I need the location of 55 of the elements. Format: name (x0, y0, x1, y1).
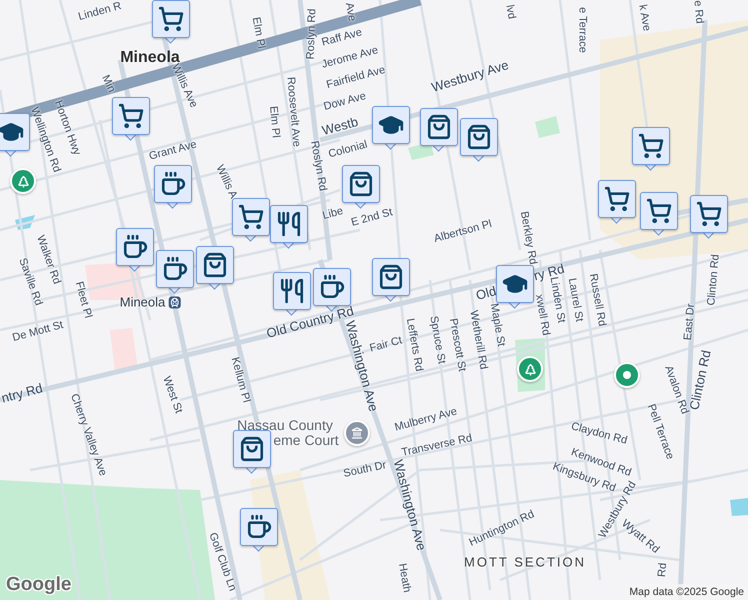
street-label: Libe (322, 206, 344, 222)
street-label: Min (99, 74, 117, 94)
landmark-label: Nassau County (237, 418, 333, 432)
street-label: ntry Rd (0, 381, 44, 405)
street-label: Golf Club Ln (206, 531, 238, 593)
street-label: Fair Ct (368, 335, 404, 355)
street-label: Clinton Rd (706, 254, 722, 306)
street-label: Wetherill Rd (467, 310, 489, 370)
street-label: Transverse Rd (400, 433, 474, 459)
street-label: Laurel St (566, 277, 584, 323)
street-label: Prescott St (446, 318, 468, 372)
street-label: Albertson Pl (432, 219, 494, 245)
street-label: lvd (503, 4, 517, 20)
street-label: Lefferts Rd (404, 318, 424, 372)
street-label: Old (474, 284, 498, 302)
map-logo: Google (6, 574, 72, 596)
street-label: Horton Hwy (52, 99, 82, 157)
street-label: Claydon Rd (570, 421, 628, 447)
street-label: Elm Pl (267, 106, 281, 138)
street-label: Roslyn Rd (308, 140, 328, 192)
street-label: k Ave (636, 4, 652, 32)
street-label: E 2nd St (350, 207, 394, 229)
street-label: Colonial (327, 140, 369, 160)
street-label: Russell Rd (586, 272, 608, 328)
street-label: Willis A (214, 164, 238, 200)
street-label: Westbury Ave (430, 58, 510, 94)
street-label: Berkley Rd (518, 210, 538, 266)
street-label: Kellum Pl (228, 356, 252, 404)
street-label: Westb (320, 114, 360, 138)
street-label: Heath (396, 562, 412, 594)
street-label: Clinton Rd (687, 348, 713, 412)
street-label: Roosevelt Ave (284, 76, 302, 148)
street-label: South Dr (342, 460, 388, 480)
place-label: MOTT SECTION (464, 556, 586, 568)
street-label: e Terrace (576, 7, 588, 53)
street-label: Cherry Valley Ave (68, 392, 108, 478)
street-label: e Rd (692, 0, 704, 24)
street-label: Fleet Pl (72, 280, 94, 320)
street-label: Linden R (77, 0, 123, 24)
street-label: East Dr (682, 303, 698, 341)
street-label: Maple St (488, 302, 506, 348)
street-label: Spruce St (427, 315, 447, 365)
street-label: Grant Ave (148, 139, 198, 163)
street-label: Rd (656, 562, 670, 578)
street-label: De Mott St (11, 320, 65, 344)
street-label: Ave (342, 2, 358, 22)
street-label: Mulberry Ave (394, 406, 458, 434)
street-label: Willis Ave (169, 62, 199, 110)
street-label: Dow Ave (322, 91, 368, 113)
landmark-label: eme Court (273, 433, 339, 447)
street-label: Roslyn Rd (306, 8, 318, 60)
street-label: Raff Ave (320, 27, 364, 49)
street-label: West St (160, 375, 184, 415)
station-name: Mineola (120, 296, 166, 308)
street-label: Elm Pl (250, 16, 266, 50)
